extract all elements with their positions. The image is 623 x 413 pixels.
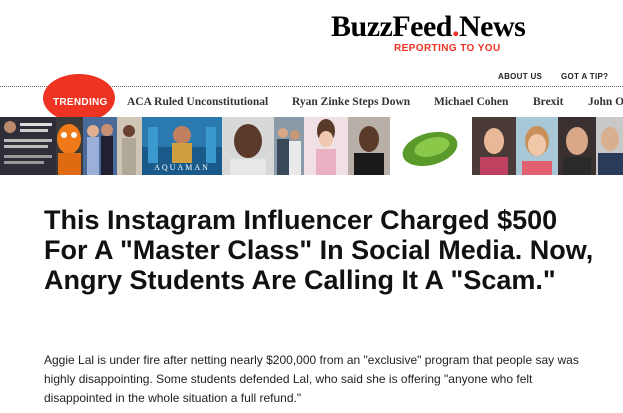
man-portrait-thumbnail[interactable] <box>596 117 623 175</box>
screenshot-thumbnail[interactable] <box>0 117 56 175</box>
buzzfeed-news-logo[interactable]: BuzzFeed.News <box>331 10 526 44</box>
about-us-link[interactable]: ABOUT US <box>498 72 542 81</box>
woman-portrait-image <box>472 117 516 175</box>
celebrity-couple-thumbnail[interactable] <box>83 117 117 175</box>
woman-smiling-thumbnail[interactable] <box>558 117 596 175</box>
article-dek: Aggie Lal is under fire after netting ne… <box>44 353 579 405</box>
kanye-image <box>348 117 390 175</box>
couple-image <box>83 117 117 175</box>
selfie-thumbnail[interactable] <box>516 117 558 175</box>
man-portrait-image <box>596 117 623 175</box>
thumbnail-strip: AQUAMAN <box>0 117 623 175</box>
trending-item-john-o[interactable]: John O <box>588 96 623 108</box>
aquaman-caption: AQUAMAN <box>154 163 210 172</box>
gritty-mascot-thumbnail[interactable] <box>56 117 83 175</box>
aquaman-poster-thumbnail[interactable]: AQUAMAN <box>142 117 222 175</box>
group-image <box>274 117 304 175</box>
logo-suffix: News <box>458 10 526 43</box>
woman-smiling-image <box>558 117 596 175</box>
trending-label: TRENDING <box>53 97 108 108</box>
ariana-image <box>304 117 348 175</box>
person-image <box>117 117 142 175</box>
lettuce-thumbnail[interactable] <box>390 117 472 175</box>
trending-item-brexit[interactable]: Brexit <box>533 96 563 108</box>
mugshot-thumbnail[interactable] <box>222 117 274 175</box>
mugshot-image <box>222 117 274 175</box>
person-thumbnail[interactable] <box>117 117 142 175</box>
tagline: REPORTING TO YOU <box>394 43 501 54</box>
got-a-tip-link[interactable]: GOT A TIP? <box>561 72 608 81</box>
screenshot-image <box>0 117 56 175</box>
logo-brand: BuzzFeed <box>331 10 452 43</box>
group-photo-thumbnail[interactable] <box>274 117 304 175</box>
trending-item-aca[interactable]: ACA Ruled Unconstitutional <box>127 96 268 108</box>
woman-portrait-thumbnail[interactable] <box>472 117 516 175</box>
masthead: BuzzFeed.News REPORTING TO YOU <box>0 0 623 60</box>
article-headline[interactable]: This Instagram Influencer Charged $500 F… <box>44 205 604 295</box>
gritty-image <box>56 117 83 175</box>
selfie-image <box>516 117 558 175</box>
lettuce-image <box>390 117 472 175</box>
trending-item-cohen[interactable]: Michael Cohen <box>434 96 508 108</box>
logo-dot: . <box>451 10 460 43</box>
trending-item-zinke[interactable]: Ryan Zinke Steps Down <box>292 96 410 108</box>
ariana-grande-thumbnail[interactable] <box>304 117 348 175</box>
kanye-west-thumbnail[interactable] <box>348 117 390 175</box>
